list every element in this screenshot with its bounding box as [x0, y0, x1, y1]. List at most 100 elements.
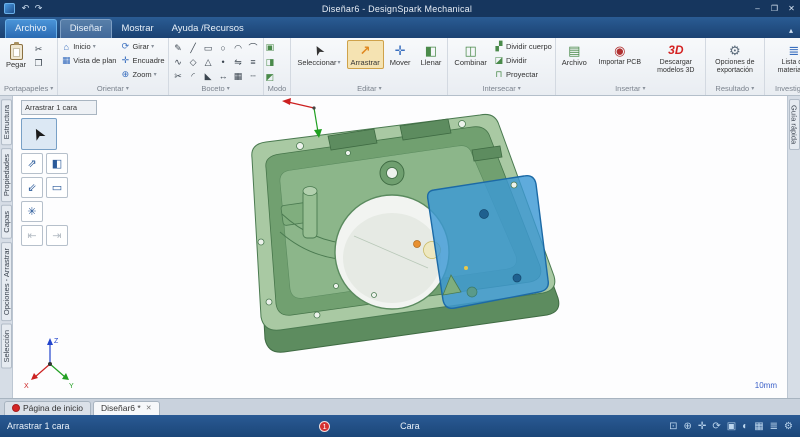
sketch-line-icon[interactable]: ╱: [186, 41, 201, 55]
sketch-grid-icon[interactable]: ▦: [231, 69, 246, 83]
opciones-exportacion-button[interactable]: ⚙ Opciones de exportación: [708, 40, 762, 76]
close-button[interactable]: ✕: [783, 1, 800, 16]
interior-boss-small: [466, 286, 478, 298]
sketch-ellipse-icon[interactable]: ◇: [186, 55, 201, 69]
importar-pcb-button[interactable]: ◉ Importar PCB: [593, 40, 647, 69]
redo-icon[interactable]: ↷: [32, 3, 45, 14]
drag-axis-tool-button[interactable]: ⇙: [21, 177, 43, 198]
grid-toggle-icon[interactable]: ▦: [754, 421, 763, 432]
undo-icon[interactable]: ↶: [19, 3, 32, 14]
encuadre-button[interactable]: ✛ Encuadre: [119, 54, 165, 67]
sketch-polygon-icon[interactable]: △: [201, 55, 216, 69]
mode-surface-icon[interactable]: ◨: [266, 55, 275, 69]
grid-scale-label: 10mm: [754, 381, 777, 390]
viewport[interactable]: Z X Y Arrastrar 1 cara ➤ ⇗ ◧ ⇙ ▭ ✳ ⇤ ⇥ 1…: [13, 96, 787, 398]
dividir-button[interactable]: ◪ Dividir: [493, 54, 553, 67]
sidebar-tab-opciones-arrastrar[interactable]: Opciones - Arrastrar: [0, 242, 12, 322]
mode-section-icon[interactable]: ◩: [266, 70, 275, 84]
sketch-arc-icon[interactable]: ◠: [231, 41, 246, 55]
group-label-resultado: Resultado: [715, 84, 750, 93]
sketch-mirror-icon[interactable]: ⇋: [231, 55, 246, 69]
seleccionar-button[interactable]: ➤ Seleccionar ▾: [293, 40, 344, 69]
sketch-chamfer-icon[interactable]: ◣: [201, 69, 216, 83]
pegar-button[interactable]: Pegar: [2, 40, 30, 71]
pivot-tool-button[interactable]: ✳: [21, 201, 43, 222]
sketch-circle-icon[interactable]: ○: [216, 41, 231, 55]
vista-de-plan-button[interactable]: ▦ Vista de plan: [60, 54, 117, 67]
status-bar: Arrastrar 1 cara 1 Cara ⊡ ⊕ ✛ ⟳ ▣ ◐ ▦ ≣ …: [0, 415, 800, 437]
proyectar-button[interactable]: ⊓ Proyectar: [493, 68, 553, 81]
shaded-view-icon[interactable]: ◐: [742, 421, 748, 432]
sketch-fillet-icon[interactable]: ◜: [186, 69, 201, 83]
sidebar-tab-capas[interactable]: Capas: [0, 205, 12, 239]
status-prompt: Arrastrar 1 cara: [7, 421, 70, 431]
drag-direction-tool-button[interactable]: ⇗: [21, 153, 43, 174]
sketch-spline-icon[interactable]: ∿: [171, 55, 186, 69]
llenar-button[interactable]: ◧ Llenar: [417, 40, 446, 69]
tab-archivo[interactable]: Archivo: [5, 19, 57, 38]
mode-solid-icon[interactable]: ▣: [266, 40, 275, 54]
zoom-button[interactable]: ⊕ Zoom ▾: [119, 68, 165, 81]
zoom-in-icon[interactable]: ⊕: [684, 421, 692, 432]
boss-hole[interactable]: [386, 167, 398, 179]
error-count-badge[interactable]: 1: [319, 420, 331, 432]
sketch-construction-icon[interactable]: ┄: [246, 69, 261, 83]
inicio-button[interactable]: ⌂ Inicio ▾: [60, 40, 117, 53]
interior-post[interactable]: [302, 189, 318, 239]
drag-anchor-point[interactable]: [413, 240, 421, 248]
mover-button[interactable]: ✛ Mover: [386, 40, 415, 69]
maximize-button[interactable]: ❐: [766, 1, 783, 16]
layers-icon[interactable]: ≣: [770, 421, 778, 432]
pan-icon[interactable]: ✛: [698, 421, 706, 432]
spin-icon[interactable]: ⟳: [712, 421, 720, 432]
sketch-tangent-arc-icon[interactable]: ⌒: [246, 41, 261, 55]
tab-mostrar[interactable]: Mostrar: [112, 20, 162, 38]
combinar-button[interactable]: ◫ Combinar: [450, 40, 491, 69]
ruler-tool-button[interactable]: ▭: [46, 177, 68, 198]
tab-disenar[interactable]: Diseñar: [59, 19, 113, 38]
doc-tab-disenar6[interactable]: Diseñar6 * ✕: [93, 401, 160, 415]
sketch-offset-icon[interactable]: ≡: [246, 55, 261, 69]
pan-icon: ✛: [121, 55, 130, 65]
sketch-trim-icon[interactable]: ✂: [171, 69, 186, 83]
minimize-button[interactable]: –: [749, 1, 766, 16]
view-cube-icon[interactable]: ▣: [727, 421, 736, 432]
sidebar-tab-estructura[interactable]: Estructura: [0, 99, 12, 146]
insertar-archivo-button[interactable]: ▤ Archivo: [558, 40, 591, 69]
sidebar-tab-seleccion[interactable]: Selección: [0, 324, 12, 369]
ribbon: Pegar ✂ ❐ Portapapeles ▾ ⌂ Inicio ▾ ▦ Vista …: [0, 38, 800, 96]
sketch-pencil-icon[interactable]: ✎: [171, 41, 186, 55]
lista-materiales-button[interactable]: ≣ Lista de materiales: [767, 40, 800, 76]
group-label-investigar: Investigar: [775, 84, 800, 93]
selected-face[interactable]: [426, 174, 549, 310]
tiny-point: [464, 266, 468, 270]
cut-icon[interactable]: ✂: [32, 42, 45, 54]
model-canvas[interactable]: Z X Y: [13, 96, 787, 398]
project-icon: ⊓: [495, 69, 503, 79]
ribbon-collapse-icon[interactable]: ▴: [782, 26, 800, 38]
arrastrar-button[interactable]: ↗ Arrastrar: [346, 40, 384, 70]
descargar-modelos-3d-button[interactable]: 3D Descargar modelos 3D: [649, 40, 703, 76]
doc-tab-pagina-inicio[interactable]: Página de inicio: [4, 401, 92, 415]
sketch-point-icon[interactable]: •: [216, 55, 231, 69]
go-end-tool-button[interactable]: ⇥: [46, 225, 68, 246]
left-panel-strip: Estructura Propiedades Capas Opciones - …: [0, 96, 13, 398]
drag-plane-tool-button[interactable]: ◧: [46, 153, 68, 174]
select-tool-button[interactable]: ➤: [21, 118, 57, 150]
copy-icon[interactable]: ❐: [32, 56, 45, 68]
display-settings-icon[interactable]: ⚙: [784, 421, 793, 432]
tab-ayuda[interactable]: Ayuda /Recursos: [163, 20, 253, 38]
ribbon-group-portapapeles: Pegar ✂ ❐ Portapapeles ▾: [0, 38, 59, 95]
group-label-orientar: Orientar: [96, 84, 124, 93]
go-start-tool-button[interactable]: ⇤: [21, 225, 43, 246]
girar-button[interactable]: ⟳ Girar ▾: [119, 40, 165, 53]
sidebar-tab-guia-rapida[interactable]: Guía rápida: [788, 99, 800, 151]
selected-face-hole: [512, 273, 522, 283]
sidebar-tab-propiedades[interactable]: Propiedades: [0, 148, 12, 203]
close-tab-icon[interactable]: ✕: [146, 404, 152, 412]
zoom-extents-icon[interactable]: ⊡: [669, 421, 677, 432]
sketch-dimension-icon[interactable]: ↔: [216, 69, 231, 83]
dividir-cuerpo-button[interactable]: ▞ Dividir cuerpo: [493, 40, 553, 53]
group-label-intersecar: Intersecar: [482, 84, 516, 93]
sketch-rectangle-icon[interactable]: ▭: [201, 41, 216, 55]
